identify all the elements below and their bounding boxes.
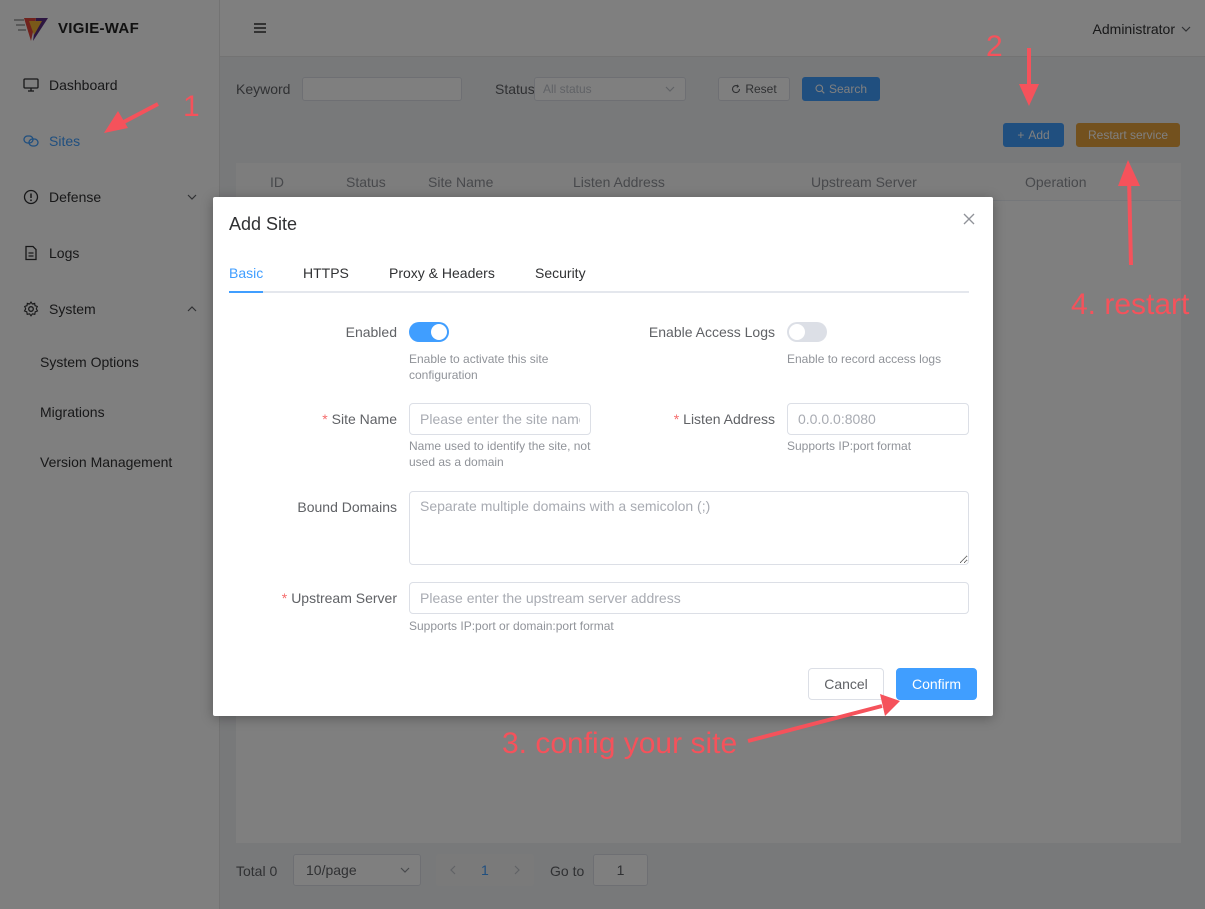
listen-address-label: * Listen Address (674, 411, 775, 427)
enabled-help: Enable to activate this site configurati… (409, 352, 549, 382)
annotation-step1: 1 (183, 90, 200, 123)
confirm-button-label: Confirm (911, 676, 961, 692)
site-name-label: * Site Name (322, 411, 397, 427)
dialog-tabs: Basic HTTPS Proxy & Headers Security (229, 253, 969, 293)
upstream-server-label-text: Upstream Server (291, 590, 397, 606)
site-name-label-text: Site Name (331, 411, 397, 427)
site-name-help: Name used to identify the site, not used… (409, 439, 591, 469)
listen-address-help: Supports IP:port format (787, 439, 912, 453)
listen-address-label-text: Listen Address (683, 411, 775, 427)
add-site-dialog: Add Site Basic HTTPS Proxy & Headers Sec… (213, 197, 993, 716)
access-logs-help: Enable to record access logs (787, 352, 942, 366)
site-name-input[interactable] (409, 403, 591, 435)
cancel-button-label: Cancel (824, 676, 868, 692)
enabled-label: Enabled (345, 324, 397, 340)
annotation-step4: 4. restart (1071, 288, 1190, 321)
upstream-server-help: Supports IP:port or domain:port format (409, 619, 614, 633)
listen-address-input[interactable] (787, 403, 969, 435)
annotation-step2: 2 (986, 30, 1003, 63)
tab-proxy-headers[interactable]: Proxy & Headers (389, 265, 495, 281)
upstream-server-input[interactable] (409, 582, 969, 614)
cancel-button[interactable]: Cancel (808, 668, 884, 700)
active-tab-indicator (229, 291, 263, 293)
switch-knob (789, 324, 805, 340)
switch-knob (431, 324, 447, 340)
upstream-server-label: * Upstream Server (282, 590, 397, 606)
dialog-title: Add Site (229, 214, 298, 234)
bound-domains-label: Bound Domains (297, 499, 397, 515)
enabled-switch[interactable] (409, 322, 449, 342)
annotation-step3: 3. config your site (502, 727, 738, 760)
access-logs-switch[interactable] (787, 322, 827, 342)
tab-security[interactable]: Security (535, 265, 586, 281)
required-asterisk: * (673, 411, 680, 427)
access-logs-label: Enable Access Logs (648, 324, 775, 340)
tab-basic[interactable]: Basic (229, 265, 263, 281)
confirm-button[interactable]: Confirm (896, 668, 977, 700)
required-asterisk: * (322, 411, 328, 427)
bound-domains-textarea[interactable] (409, 491, 969, 565)
tab-https[interactable]: HTTPS (303, 265, 349, 281)
required-asterisk: * (281, 590, 288, 606)
close-icon[interactable] (963, 213, 975, 225)
